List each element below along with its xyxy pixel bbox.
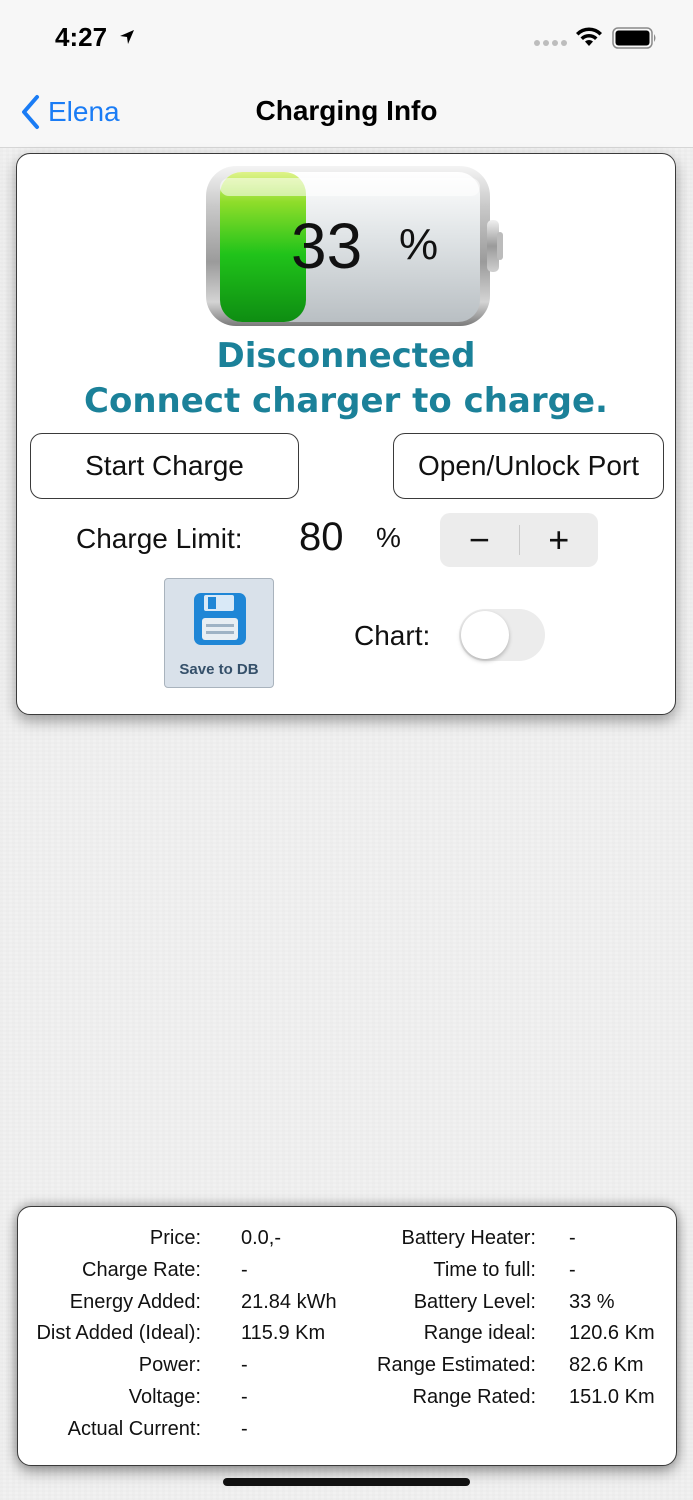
- info-left-value: 115.9 Km: [241, 1322, 326, 1344]
- chart-toggle-label: Chart:: [354, 620, 431, 651]
- status-bar: 4:27: [0, 0, 693, 75]
- info-left-value: -: [241, 1354, 248, 1376]
- page-title: Charging Info: [255, 95, 438, 126]
- increment-button[interactable]: +: [520, 513, 599, 567]
- info-left-value: -: [241, 1259, 248, 1281]
- floppy-disk-icon: [194, 593, 246, 645]
- info-right-value: 33 %: [569, 1291, 615, 1313]
- toggle-knob: [461, 611, 509, 659]
- start-charge-button[interactable]: Start Charge: [30, 433, 299, 499]
- save-to-db-button[interactable]: Save to DB: [164, 578, 274, 688]
- charge-limit-unit: %: [376, 522, 401, 553]
- info-right-label: Range Estimated:: [377, 1354, 536, 1376]
- status-time: 4:27: [55, 22, 108, 52]
- charge-limit-label: Charge Limit:: [76, 523, 243, 554]
- navigation-bar: Elena Charging Info: [0, 75, 693, 148]
- connection-hint: Connect charger to charge.: [84, 381, 608, 421]
- wifi-icon: [576, 27, 602, 46]
- decrement-button[interactable]: −: [440, 513, 519, 567]
- chart-toggle[interactable]: [459, 609, 545, 661]
- info-left-label: Actual Current:: [67, 1418, 201, 1440]
- signal-dots-icon: [534, 40, 567, 46]
- charging-panel: 33 % Disconnected Connect charger to cha…: [16, 153, 676, 715]
- info-left-value: -: [241, 1418, 248, 1440]
- info-right-label: Range Rated:: [412, 1386, 536, 1408]
- info-left-value: 21.84 kWh: [241, 1291, 337, 1313]
- connection-status: Disconnected: [216, 336, 476, 376]
- info-right-label: Battery Heater:: [401, 1227, 536, 1249]
- info-left-label: Power:: [138, 1354, 201, 1376]
- charging-details-panel: Price: 0.0,- Charge Rate: - Energy Added: 21.…: [17, 1206, 677, 1466]
- charge-limit-value: 80: [299, 515, 344, 559]
- home-indicator: [223, 1478, 470, 1486]
- info-left-label: Dist Added (Ideal):: [36, 1322, 201, 1344]
- info-right-value: 120.6 Km: [569, 1322, 655, 1344]
- open-unlock-port-button[interactable]: Open/Unlock Port: [393, 433, 664, 499]
- battery-percent-value: 33: [291, 210, 363, 282]
- info-left-value: 0.0,-: [241, 1227, 282, 1249]
- info-left-label: Energy Added:: [69, 1291, 201, 1313]
- info-left-label: Voltage:: [128, 1386, 201, 1408]
- info-right-value: 151.0 Km: [569, 1386, 655, 1408]
- location-arrow-icon: [120, 30, 134, 44]
- battery-status-icon: [612, 27, 656, 49]
- info-right-label: Battery Level:: [413, 1291, 536, 1313]
- info-left-label: Price:: [149, 1227, 201, 1249]
- charge-limit-stepper: − +: [440, 513, 598, 567]
- info-right-value: -: [569, 1227, 576, 1249]
- save-to-db-label: Save to DB: [179, 661, 259, 678]
- info-right-label: Range ideal:: [423, 1322, 536, 1344]
- battery-percent-sign: %: [399, 220, 439, 269]
- info-right-value: 82.6 Km: [569, 1354, 644, 1376]
- info-left-label: Charge Rate:: [82, 1259, 201, 1281]
- info-right-value: -: [569, 1259, 576, 1281]
- info-right-label: Time to full:: [433, 1259, 536, 1281]
- info-left-value: -: [241, 1386, 248, 1408]
